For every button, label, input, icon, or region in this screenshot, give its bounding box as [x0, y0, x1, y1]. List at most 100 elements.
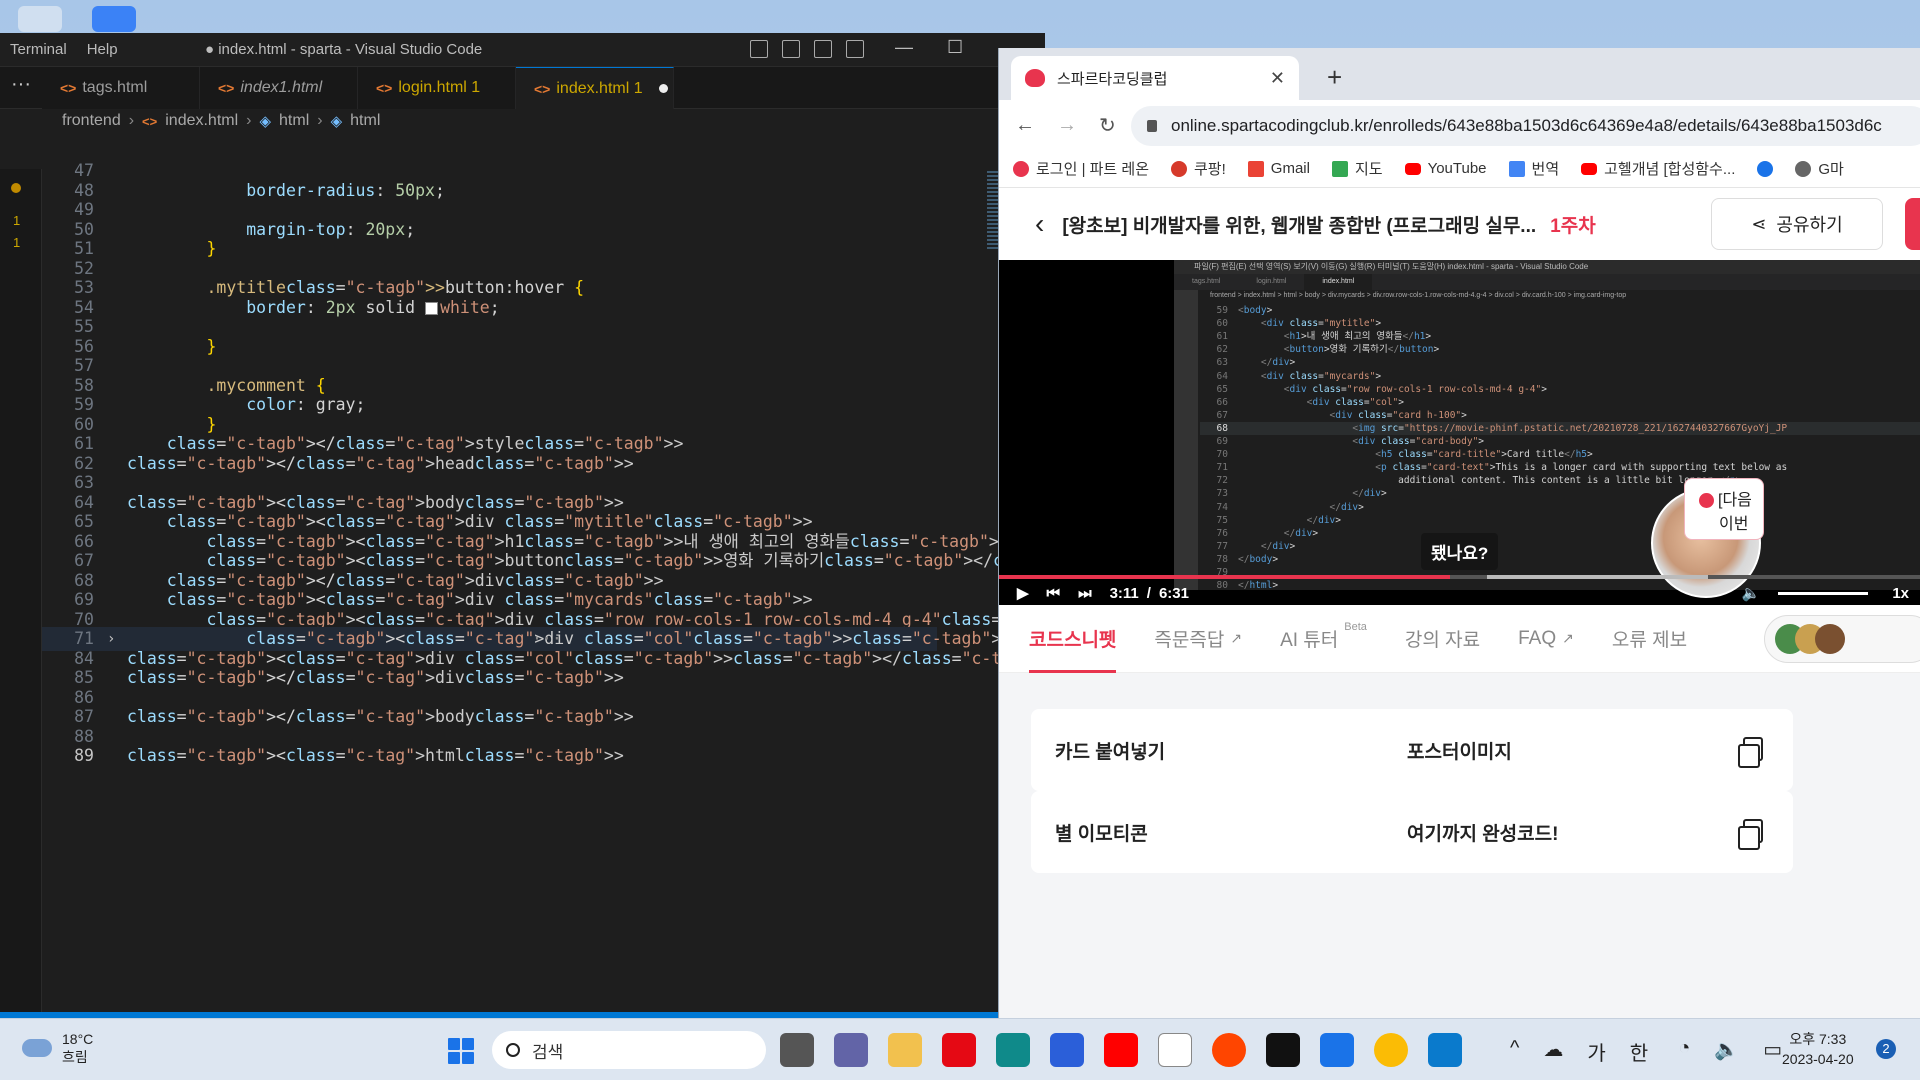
reddit-icon[interactable] [1212, 1033, 1246, 1067]
more-actions-icon[interactable]: ··· [0, 67, 42, 108]
chrome-icon[interactable] [1374, 1033, 1408, 1067]
bookmark-login[interactable]: 로그인 | 파트 레온 [1013, 158, 1149, 179]
chevron-left-icon[interactable]: ‹ [1035, 208, 1044, 240]
bookmark-youtube-math[interactable]: 고헬개념 [합성함수... [1581, 158, 1735, 179]
store-icon[interactable] [1050, 1033, 1084, 1067]
tab-materials[interactable]: 강의 자료 [1405, 605, 1480, 673]
ime-mode-han[interactable]: 한 [1630, 1037, 1648, 1066]
unsaved-dot-icon[interactable] [658, 84, 668, 93]
editor-area: 1 1 47 48 border-radius: 50px; 49 50 margin… [0, 161, 1045, 1018]
tab-report-error[interactable]: 오류 제보 [1612, 605, 1687, 673]
edge-icon[interactable] [996, 1033, 1030, 1067]
video-code-line: 76 </div> [1216, 527, 1319, 539]
bookmark-label: G마 [1818, 161, 1844, 178]
code-line[interactable]: 89 class="c-tagb"><class="c-tag">htmlclas… [42, 744, 942, 768]
tab-faq[interactable]: FAQ ↗ [1518, 605, 1574, 673]
playback-speed[interactable]: 1x [1892, 585, 1909, 602]
play-icon[interactable]: ▶ [1017, 584, 1029, 602]
share-button[interactable]: ⋖ 공유하기 [1711, 198, 1883, 250]
wifi-icon[interactable]: ◔ [1678, 1037, 1690, 1066]
youtube-app-icon[interactable] [1104, 1033, 1138, 1067]
show-hidden-icons[interactable]: ^ [1510, 1037, 1519, 1066]
desktop-recycle-bin-icon[interactable] [18, 6, 62, 32]
close-tab-icon[interactable]: ✕ [1270, 68, 1285, 89]
tab-tags-html[interactable]: <> tags.html [42, 67, 200, 109]
volume-tray-icon[interactable]: 🔈 [1714, 1037, 1739, 1066]
lecture-video[interactable]: 파일(F) 편집(E) 선택 영역(S) 보기(V) 이동(G) 실행(R) 터… [999, 260, 1920, 605]
netflix-icon[interactable] [942, 1033, 976, 1067]
onedrive-cloud-icon[interactable]: ☁ [1543, 1037, 1563, 1066]
breadcrumb-file[interactable]: index.html [165, 112, 238, 130]
tab-instant-qa[interactable]: 즉문즉답 ↗ [1154, 605, 1242, 673]
bookmark-coupang[interactable]: 쿠팡! [1171, 158, 1226, 179]
video-tab: index.html [1304, 274, 1373, 290]
file-explorer-icon[interactable] [888, 1033, 922, 1067]
bookmark-c[interactable] [1757, 160, 1774, 177]
desktop-app-icon[interactable] [92, 6, 136, 32]
tab-ai-tutor[interactable]: AI 튜터 Beta [1280, 605, 1367, 673]
bookmark-gmail[interactable]: Gmail [1247, 160, 1310, 177]
live-users-pill[interactable] [1764, 615, 1920, 663]
wikipedia-icon[interactable] [1158, 1033, 1192, 1067]
clock[interactable]: 오후 7:33 2023-04-20 [1782, 1029, 1854, 1069]
customize-layout-icon[interactable] [846, 40, 864, 58]
breadcrumb-folder[interactable]: frontend [62, 112, 121, 130]
next-lesson-popup[interactable]: [다음 이번 [1684, 478, 1764, 540]
reload-icon[interactable]: ↻ [1099, 113, 1116, 138]
tab-code-snippets[interactable]: 코드스니펫 [1029, 605, 1117, 673]
toggle-sidebar-icon[interactable] [750, 40, 768, 58]
source-control-badge-icon [11, 183, 21, 193]
taskbar-search[interactable]: 검색 [492, 1031, 766, 1069]
task-view-icon[interactable] [780, 1033, 814, 1067]
new-tab-icon[interactable]: + [1327, 62, 1342, 93]
snippet-card-paste[interactable]: 카드 붙여넣기 [1031, 709, 1441, 791]
address-bar[interactable]: online.spartacodingclub.kr/enrolleds/643… [1131, 106, 1920, 146]
lock-icon[interactable] [1147, 120, 1157, 132]
breadcrumb-symbol[interactable]: html [350, 112, 380, 130]
video-progress-bar[interactable] [999, 575, 1920, 579]
bookmark-gmarket[interactable]: G마 [1795, 158, 1844, 179]
next-lesson-button[interactable] [1905, 198, 1920, 250]
bookmark-maps[interactable]: 지도 [1331, 158, 1383, 179]
back-arrow-icon[interactable]: ← [1015, 114, 1035, 137]
menu-terminal[interactable]: Terminal [0, 41, 77, 58]
menu-help[interactable]: Help [77, 41, 128, 58]
vscode-icon[interactable] [1428, 1033, 1462, 1067]
copy-icon[interactable] [1738, 737, 1763, 768]
skip-back-icon[interactable]: ⏮ [1047, 585, 1061, 602]
volume-slider[interactable] [1778, 591, 1869, 595]
teams-chat-icon[interactable] [834, 1033, 868, 1067]
breadcrumb-symbol[interactable]: html [279, 112, 309, 130]
browser-tab-sparta[interactable]: 스파르타코딩클럽 ✕ [1011, 56, 1299, 100]
copy-icon[interactable] [1738, 819, 1763, 850]
bookmark-youtube[interactable]: YouTube [1404, 160, 1487, 177]
start-button[interactable] [448, 1038, 474, 1064]
video-code-line: 64 <div class="mycards"> [1216, 370, 1382, 382]
notepad-icon[interactable] [1320, 1033, 1354, 1067]
tab-login-html[interactable]: <> login.html 1 [358, 67, 516, 109]
maximize-icon[interactable]: ☐ [947, 37, 963, 58]
snippet-star-emoji[interactable]: 별 이모티콘 [1031, 791, 1441, 873]
snippet-complete-code[interactable]: 여기까지 완성코드! [1383, 791, 1793, 873]
video-menu-bar: 파일(F) 편집(E) 선택 영역(S) 보기(V) 이동(G) 실행(R) 터… [1174, 260, 1920, 274]
toggle-secondary-sidebar-icon[interactable] [814, 40, 832, 58]
snippet-poster-image[interactable]: 포스터이미지 [1383, 709, 1793, 791]
skip-forward-icon[interactable]: ⏭ [1078, 585, 1092, 602]
ime-mode-ga[interactable]: 가 [1587, 1037, 1605, 1066]
window-buttons: — ☐ [895, 37, 963, 58]
tab-index1-html[interactable]: <> index1.html [200, 67, 358, 109]
battery-icon[interactable]: ▭ [1763, 1037, 1782, 1066]
forward-arrow-icon[interactable]: → [1057, 114, 1077, 137]
volume-icon[interactable]: 🔈 [1742, 584, 1761, 602]
bookmark-translate[interactable]: 번역 [1508, 158, 1559, 179]
translate-icon [1508, 160, 1525, 177]
tab-index-html[interactable]: <> index.html 1 [516, 67, 674, 109]
minimize-icon[interactable]: — [895, 37, 913, 58]
notification-badge[interactable]: 2 [1876, 1039, 1896, 1059]
code-editor[interactable]: 47 48 border-radius: 50px; 49 50 margin-top… [42, 161, 1045, 1018]
tab-label: FAQ [1518, 627, 1557, 649]
weather-widget[interactable]: 18°C 흐림 [22, 1031, 93, 1067]
toggle-panel-icon[interactable] [782, 40, 800, 58]
course-week-badge[interactable]: 1주차 [1550, 211, 1596, 238]
terminal-icon[interactable] [1266, 1033, 1300, 1067]
